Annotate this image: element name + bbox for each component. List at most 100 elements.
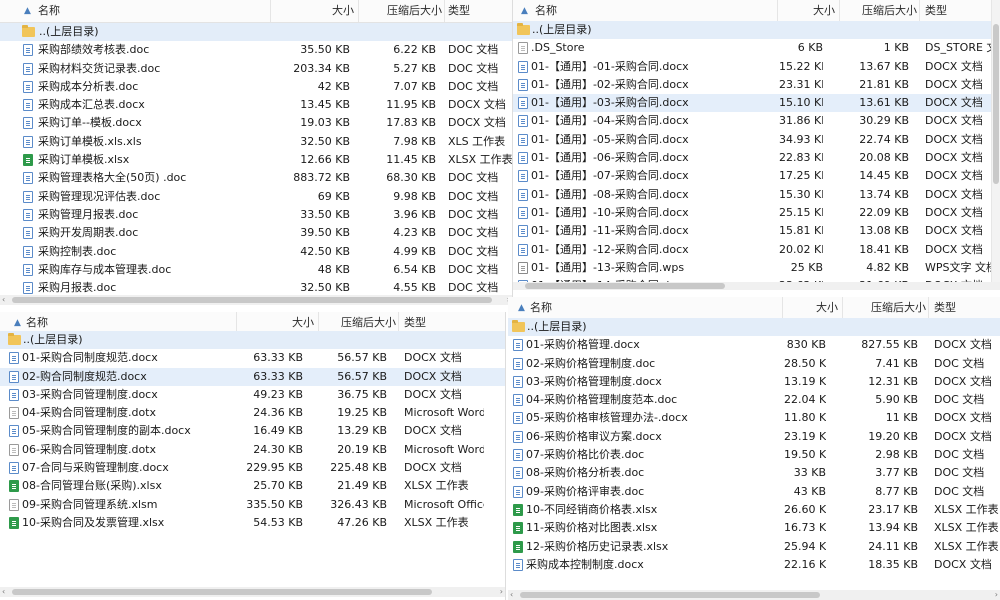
horizontal-scrollbar[interactable]: ‹ › <box>0 295 512 305</box>
horizontal-scrollbar[interactable] <box>513 282 1000 290</box>
file-row[interactable]: 01-采购合同制度规范.docx 63.33 KB 56.57 KB DOCX 文档 <box>0 349 505 367</box>
file-packed-size: 20.08 KB <box>859 151 909 165</box>
file-row[interactable]: 01-【通用】-13-采购合同.wps 25 KB 4.82 KB WPS文字 文档 <box>513 259 1000 277</box>
scroll-left-icon[interactable]: ‹ <box>2 587 5 597</box>
document-file-icon <box>513 375 523 388</box>
file-row[interactable]: 04-采购价格管理制度范本.doc 22.04 KB 5.90 KB DOC 文档 <box>508 391 1000 409</box>
file-row[interactable]: 01-【通用】-03-采购合同.docx 15.10 KB 13.61 KB DOCX… <box>513 94 1000 113</box>
file-row[interactable]: 采购控制表.doc 42.50 KB 4.99 KB DOC 文档 <box>0 243 512 261</box>
file-row[interactable]: 采购成本控制制度.docx 22.16 KB 18.35 KB DOCX 文档 <box>508 556 1000 574</box>
file-row[interactable]: 01-【通用】-07-采购合同.docx 17.25 KB 14.45 KB DOCX… <box>513 167 1000 185</box>
file-row[interactable]: 01-【通用】-11-采购合同.docx 15.81 KB 13.08 KB DOCX… <box>513 222 1000 240</box>
column-header-type[interactable]: 类型 <box>925 0 997 22</box>
sort-up-icon: ▲ <box>521 6 528 16</box>
file-name: 01-【通用】-06-采购合同.docx <box>531 151 689 165</box>
file-row[interactable]: 采购管理现况评估表.doc 69 KB 9.98 KB DOC 文档 <box>0 188 512 206</box>
file-size: 12.66 KB <box>300 153 350 167</box>
file-row[interactable]: 采购订单模板.xlsx 12.66 KB 11.45 KB XLSX 工作表 <box>0 151 512 169</box>
file-row[interactable]: 07-采购价格比价表.doc 19.50 KB 2.98 KB DOC 文档 <box>508 446 1000 464</box>
file-row[interactable]: .DS_Store 6 KB 1 KB DS_STORE 文件 <box>513 39 1000 57</box>
document-file-icon <box>513 339 523 352</box>
file-row[interactable]: 09-采购合同管理系统.xlsm 335.50 KB 326.43 KB Micros… <box>0 496 505 514</box>
file-size: 830 KB <box>786 338 826 352</box>
scroll-left-icon[interactable]: ‹ <box>2 295 5 305</box>
file-row[interactable]: 采购材料交货记录表.doc 203.34 KB 5.27 KB DOC 文档 <box>0 60 512 78</box>
file-row[interactable]: 08-采购价格分析表.doc 33 KB 3.77 KB DOC 文档 <box>508 464 1000 482</box>
file-type: Microsoft Office... <box>404 497 484 511</box>
file-row[interactable]: 03-采购合同管理制度.docx 49.23 KB 36.75 KB DOCX 文档 <box>0 386 505 404</box>
file-row[interactable]: 11-采购价格对比图表.xlsx 16.73 KB 13.94 KB XLSX 工作表 <box>508 519 1000 537</box>
document-file-icon <box>513 449 523 462</box>
file-packed-size: 9.98 KB <box>393 189 436 203</box>
column-header-name[interactable]: 名称 <box>38 0 271 22</box>
file-row[interactable]: 06-采购合同管理制度.dotx 24.30 KB 20.19 KB Microsof… <box>0 441 505 459</box>
column-header-packed-size[interactable]: 压缩后大小 <box>843 0 920 22</box>
horizontal-scrollbar[interactable]: ‹ › <box>0 587 505 597</box>
file-size: 15.10 KB <box>779 96 823 110</box>
file-size: 229.95 KB <box>246 461 303 475</box>
file-row[interactable]: 10-不同经销商价格表.xlsx 26.60 KB 23.17 KB XLSX 工作表 <box>508 501 1000 519</box>
file-row[interactable]: 采购库存与成本管理表.doc 48 KB 6.54 KB DOC 文档 <box>0 261 512 279</box>
file-row[interactable]: 采购订单模板.xls.xls 32.50 KB 7.98 KB XLS 工作表 <box>0 133 512 151</box>
file-packed-size: 47.26 KB <box>337 515 387 529</box>
file-row[interactable]: 01-【通用】-02-采购合同.docx 23.31 KB 21.81 KB DOCX… <box>513 76 1000 94</box>
column-header-size[interactable]: 大小 <box>784 297 843 319</box>
file-row[interactable]: 采购开发周期表.doc 39.50 KB 4.23 KB DOC 文档 <box>0 224 512 242</box>
parent-directory-row[interactable]: ..(上层目录) <box>508 318 1000 337</box>
parent-directory-row[interactable]: ..(上层目录) <box>513 21 1000 40</box>
file-row[interactable]: 10-采购合同及发票管理.xlsx 54.53 KB 47.26 KB XLSX 工作… <box>0 514 505 532</box>
horizontal-scrollbar[interactable]: ‹ › <box>508 590 1000 600</box>
parent-directory-row[interactable]: ..(上层目录) <box>0 331 505 350</box>
file-size: 25.15 KB <box>779 205 823 219</box>
file-row[interactable]: 07-合同与采购管理制度.docx 229.95 KB 225.48 KB DOCX … <box>0 459 505 477</box>
column-header-type[interactable]: 类型 <box>934 297 998 319</box>
file-name: 采购订单--模板.docx <box>38 116 142 130</box>
file-row[interactable]: 01-【通用】-12-采购合同.docx 20.02 KB 18.41 KB DOCX… <box>513 241 1000 259</box>
file-row[interactable]: 09-采购价格评审表.doc 43 KB 8.77 KB DOC 文档 <box>508 483 1000 501</box>
file-name: 07-合同与采购管理制度.docx <box>22 461 169 475</box>
file-row[interactable]: 01-【通用】-01-采购合同.docx 15.22 KB 13.67 KB DOCX… <box>513 58 1000 76</box>
spreadsheet-file-icon <box>23 154 33 167</box>
file-name: 采购成本分析表.doc <box>38 79 139 93</box>
file-row[interactable]: 08-合同管理台账(采购).xlsx 25.70 KB 21.49 KB XLSX 工… <box>0 477 505 495</box>
file-row[interactable]: 01-【通用】-06-采购合同.docx 22.83 KB 20.08 KB DOCX… <box>513 149 1000 167</box>
file-row[interactable]: 采购订单--模板.docx 19.03 KB 17.83 KB DOCX 文档 <box>0 114 512 132</box>
file-row[interactable]: 01-【通用】-05-采购合同.docx 34.93 KB 22.74 KB DOCX… <box>513 131 1000 149</box>
file-row[interactable]: 02-购合同制度规范.docx 63.33 KB 56.57 KB DOCX 文档 <box>0 367 505 386</box>
file-row[interactable]: 采购管理月报表.doc 33.50 KB 3.96 KB DOC 文档 <box>0 206 512 224</box>
file-row[interactable]: 12-采购价格历史记录表.xlsx 25.94 KB 24.11 KB XLSX 工作… <box>508 538 1000 556</box>
file-row[interactable]: 02-采购价格管理制度.doc 28.50 KB 7.41 KB DOC 文档 <box>508 355 1000 373</box>
file-row[interactable]: 01-【通用】-04-采购合同.docx 31.86 KB 30.29 KB DOCX… <box>513 112 1000 130</box>
column-header-packed-size[interactable]: 压缩后大小 <box>362 0 445 22</box>
vertical-scrollbar[interactable] <box>991 0 1000 290</box>
column-header-size[interactable]: 大小 <box>272 0 359 22</box>
file-row[interactable]: 03-采购价格管理制度.docx 13.19 KB 12.31 KB DOCX 文档 <box>508 373 1000 391</box>
column-header-bar: ▲ 名称 大小 压缩后大小 类型 <box>513 0 1000 23</box>
file-row[interactable]: 01-采购价格管理.docx 830 KB 827.55 KB DOCX 文档 <box>508 336 1000 354</box>
column-header-type[interactable]: 类型 <box>448 0 508 22</box>
file-row[interactable]: 采购部绩效考核表.doc 35.50 KB 6.22 KB DOC 文档 <box>0 41 512 59</box>
column-header-bar: ▲ 名称 大小 压缩后大小 类型 <box>0 0 512 23</box>
file-row[interactable]: 01-【通用】-10-采购合同.docx 25.15 KB 22.09 KB DOCX… <box>513 204 1000 222</box>
file-row[interactable]: 04-采购合同管理制度.dotx 24.36 KB 19.25 KB Microsof… <box>0 404 505 422</box>
file-size: 39.50 KB <box>300 226 350 240</box>
file-row[interactable]: 采购成本分析表.doc 42 KB 7.07 KB DOC 文档 <box>0 78 512 96</box>
file-row[interactable]: 01-【通用】-08-采购合同.docx 15.30 KB 13.74 KB DOCX… <box>513 186 1000 204</box>
parent-directory-row[interactable]: ..(上层目录) <box>0 23 512 42</box>
file-row[interactable]: 05-采购价格审核管理办法-.docx 11.80 KB 11 KB DOCX 文档 <box>508 409 1000 427</box>
column-header-packed-size[interactable]: 压缩后大小 <box>846 297 929 319</box>
file-row[interactable]: 采购成本汇总表.docx 13.45 KB 11.95 KB DOCX 文档 <box>0 96 512 114</box>
file-row[interactable]: 06-采购价格审议方案.docx 23.19 KB 19.20 KB DOCX 文档 <box>508 428 1000 446</box>
scroll-right-icon[interactable]: › <box>500 587 503 597</box>
file-row[interactable]: 采购管理表格大全(50页) .doc 883.72 KB 68.30 KB DOC 文… <box>0 169 512 187</box>
file-packed-size: 17.83 KB <box>386 116 436 130</box>
file-size: 16.73 KB <box>784 521 826 535</box>
scroll-right-icon[interactable]: › <box>995 590 998 600</box>
scroll-left-icon[interactable]: ‹ <box>510 590 513 600</box>
column-header-size[interactable]: 大小 <box>779 0 840 22</box>
file-size: 28.50 KB <box>784 356 826 370</box>
file-size: 25.70 KB <box>253 479 303 493</box>
column-header-name[interactable]: 名称 <box>535 0 778 22</box>
file-row[interactable]: 05-采购合同管理制度的副本.docx 16.49 KB 13.29 KB DOCX … <box>0 422 505 440</box>
column-header-name[interactable]: 名称 <box>530 297 783 319</box>
